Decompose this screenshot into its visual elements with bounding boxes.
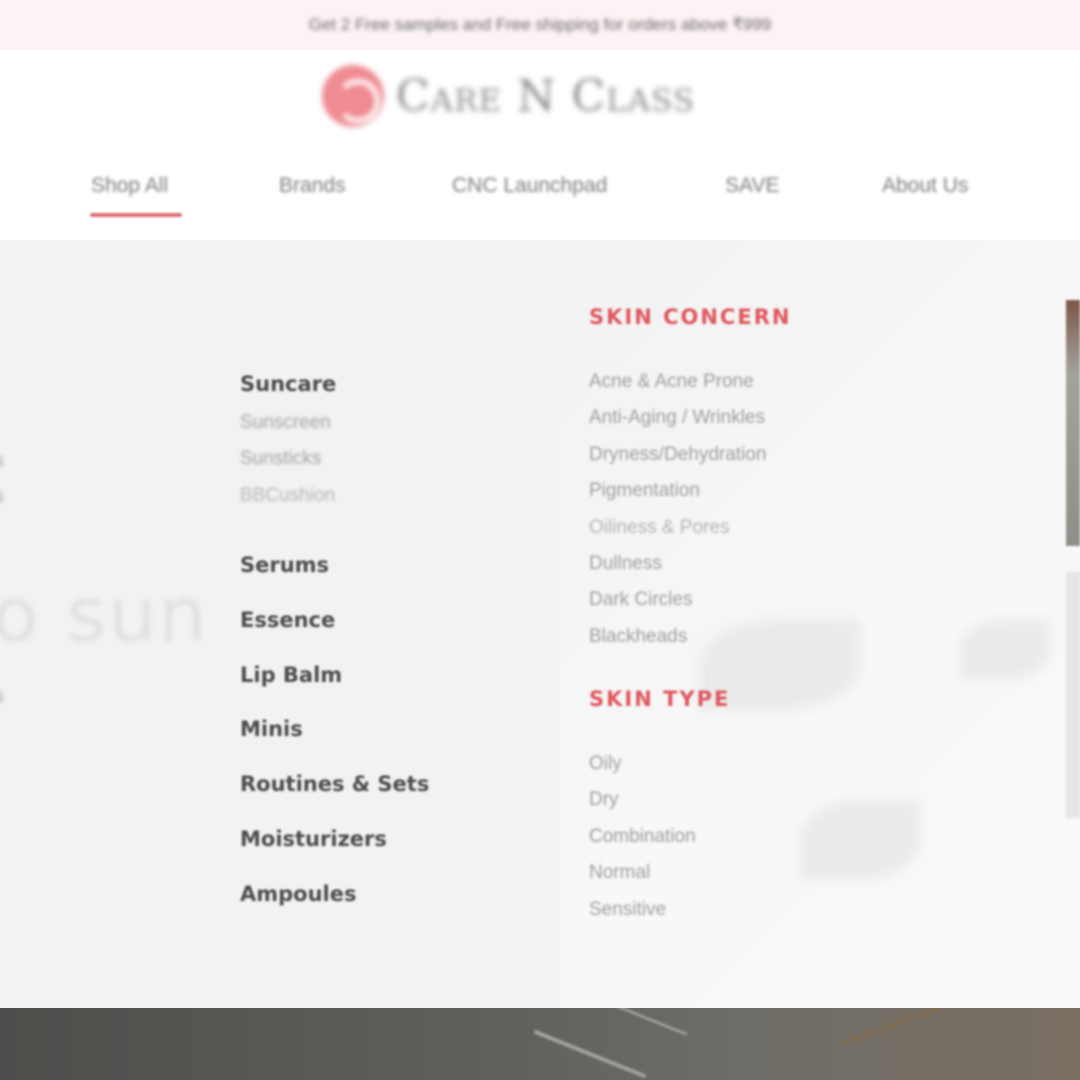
nav-item-about-us[interactable]: About Us xyxy=(882,174,968,198)
promo-card-edge[interactable] xyxy=(1066,572,1080,818)
left-column-fragment[interactable]: s xyxy=(0,450,4,472)
concern-pigmentation-link[interactable]: Pigmentation xyxy=(589,480,700,502)
skin-type-combination-link[interactable]: Combination xyxy=(589,826,696,848)
suncare-sunsticks-link[interactable]: Sunsticks xyxy=(240,448,321,470)
hero-branch-decoration xyxy=(843,1008,977,1080)
nav-item-brands[interactable]: Brands xyxy=(279,174,346,198)
hero-decoration xyxy=(533,1029,647,1079)
category-moisturizers[interactable]: Moisturizers xyxy=(240,827,387,851)
hero-decoration xyxy=(602,1008,688,1036)
skin-type-heading: SKIN TYPE xyxy=(589,687,731,711)
skin-concern-heading: SKIN CONCERN xyxy=(589,305,792,329)
logo-mark-icon xyxy=(322,65,384,127)
left-column-fragment[interactable]: s xyxy=(0,686,4,708)
nav-item-cnc-launchpad[interactable]: CNC Launchpad xyxy=(452,174,607,198)
category-ampoules[interactable]: Ampoules xyxy=(240,882,356,906)
skin-type-sensitive-link[interactable]: Sensitive xyxy=(589,899,666,921)
category-serums[interactable]: Serums xyxy=(240,553,329,577)
skin-type-normal-link[interactable]: Normal xyxy=(589,862,650,884)
suncare-bbcushion-link[interactable]: BBCushion xyxy=(240,485,335,507)
skin-type-dry-link[interactable]: Dry xyxy=(589,789,619,811)
suncare-group: Suncare xyxy=(240,372,336,396)
concern-acne-link[interactable]: Acne & Acne Prone xyxy=(589,371,754,393)
skin-type-oily-link[interactable]: Oily xyxy=(589,753,622,775)
suncare-sunscreen-link[interactable]: Sunscreen xyxy=(240,412,331,434)
concern-oiliness-link[interactable]: Oiliness & Pores xyxy=(589,517,729,539)
background-leaf-shape xyxy=(800,800,920,880)
concern-dullness-link[interactable]: Dullness xyxy=(589,553,662,575)
concern-dryness-link[interactable]: Dryness/Dehydration xyxy=(589,444,766,466)
left-column-fragment[interactable]: s xyxy=(0,486,4,508)
shop-all-mega-menu: s s o sun s Suncare Sunscreen Sunsticks … xyxy=(0,240,1080,1008)
category-suncare[interactable]: Suncare xyxy=(240,372,336,396)
promo-banner-fragment: o sun xyxy=(0,570,209,659)
category-routines-sets[interactable]: Routines & Sets xyxy=(240,772,429,796)
hero-banner-image[interactable] xyxy=(0,1008,1080,1080)
logo-text: Care N Class xyxy=(396,70,696,122)
concern-dark-circles-link[interactable]: Dark Circles xyxy=(589,589,692,611)
nav-item-save[interactable]: SAVE xyxy=(725,174,779,198)
promo-card-edge[interactable] xyxy=(1066,300,1080,546)
site-logo[interactable]: Care N Class xyxy=(322,60,695,132)
main-nav: Shop All Brands CNC Launchpad SAVE About… xyxy=(0,160,1080,220)
concern-anti-aging-link[interactable]: Anti-Aging / Wrinkles xyxy=(589,407,765,429)
announcement-bar: Get 2 Free samples and Free shipping for… xyxy=(0,0,1080,50)
concern-blackheads-link[interactable]: Blackheads xyxy=(589,626,687,648)
category-minis[interactable]: Minis xyxy=(240,717,303,741)
announcement-text: Get 2 Free samples and Free shipping for… xyxy=(308,15,772,34)
nav-item-shop-all[interactable]: Shop All xyxy=(91,174,168,198)
background-leaf-shape xyxy=(960,620,1050,680)
category-lip-balm[interactable]: Lip Balm xyxy=(240,663,342,687)
category-essence[interactable]: Essence xyxy=(240,608,335,632)
active-nav-underline xyxy=(90,213,182,217)
